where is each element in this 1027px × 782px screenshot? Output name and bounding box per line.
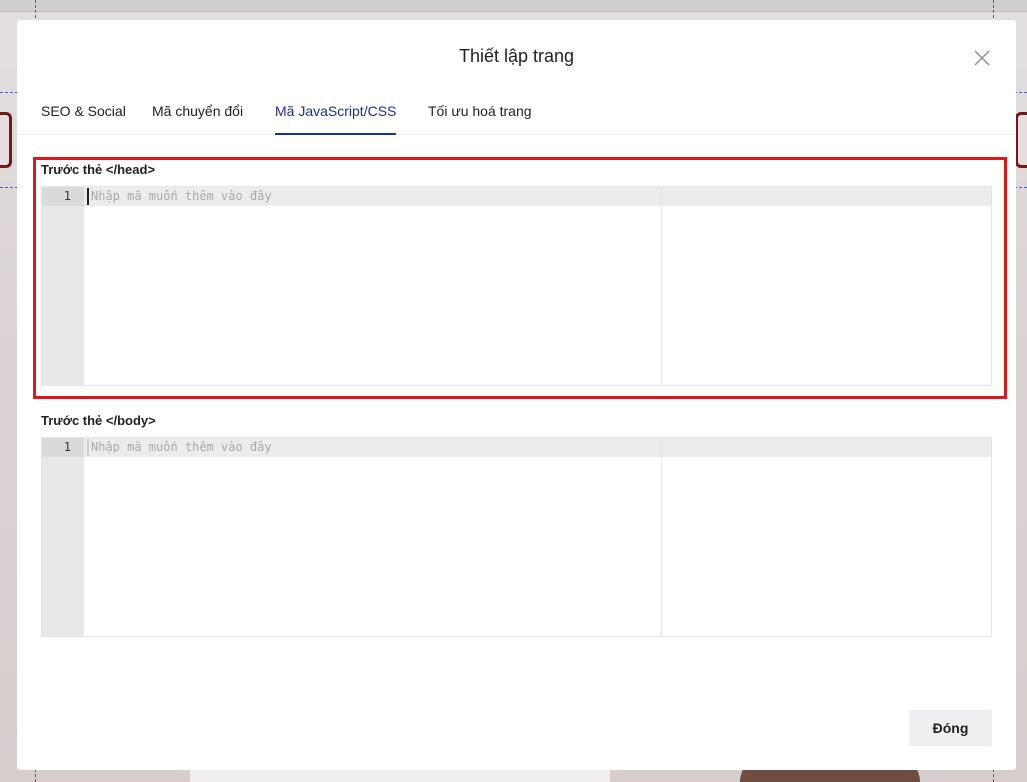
- tab-javascript-css[interactable]: Mã JavaScript/CSS: [275, 103, 397, 135]
- head-code-placeholder: Nhập mã muốn thêm vào đây: [91, 189, 272, 203]
- modal-title: Thiết lập trang: [458, 46, 575, 66]
- close-icon: [974, 50, 990, 66]
- head-code-editor[interactable]: 1 Nhập mã muốn thêm vào đây: [41, 186, 992, 386]
- head-code-preview-pane: [662, 187, 991, 385]
- head-code-label: Trước thẻ </head>: [41, 162, 156, 177]
- body-code-editor[interactable]: 1 Nhập mã muốn thêm vào đây: [41, 437, 992, 637]
- body-code-input[interactable]: Nhập mã muốn thêm vào đây: [84, 438, 662, 636]
- modal-close-button[interactable]: [972, 48, 992, 68]
- slider-prev-button: [0, 112, 12, 168]
- line-number: 1: [42, 187, 84, 206]
- line-gutter: 1: [42, 187, 84, 385]
- line-gutter: 1: [42, 438, 84, 636]
- close-button[interactable]: Đóng: [909, 710, 992, 746]
- line-number: 1: [42, 438, 84, 457]
- page-settings-modal: Thiết lập trang SEO & Social Mã chuyển đ…: [17, 20, 1016, 770]
- body-code-label: Trước thẻ </body>: [41, 413, 156, 428]
- text-caret: [87, 439, 89, 456]
- slider-next-button: [1015, 112, 1027, 168]
- tab-conversion-code[interactable]: Mã chuyển đổi: [152, 103, 243, 135]
- head-code-input[interactable]: Nhập mã muốn thêm vào đây: [84, 187, 662, 385]
- tab-seo-social[interactable]: SEO & Social: [41, 103, 126, 135]
- settings-tabs: SEO & Social Mã chuyển đổi Mã JavaScript…: [17, 92, 1016, 135]
- editor-topbar: [0, 0, 1027, 12]
- body-code-preview-pane: [662, 438, 991, 636]
- text-caret: [87, 188, 89, 205]
- tab-page-optimization[interactable]: Tối ưu hoá trang: [428, 103, 532, 135]
- body-code-placeholder: Nhập mã muốn thêm vào đây: [91, 440, 272, 454]
